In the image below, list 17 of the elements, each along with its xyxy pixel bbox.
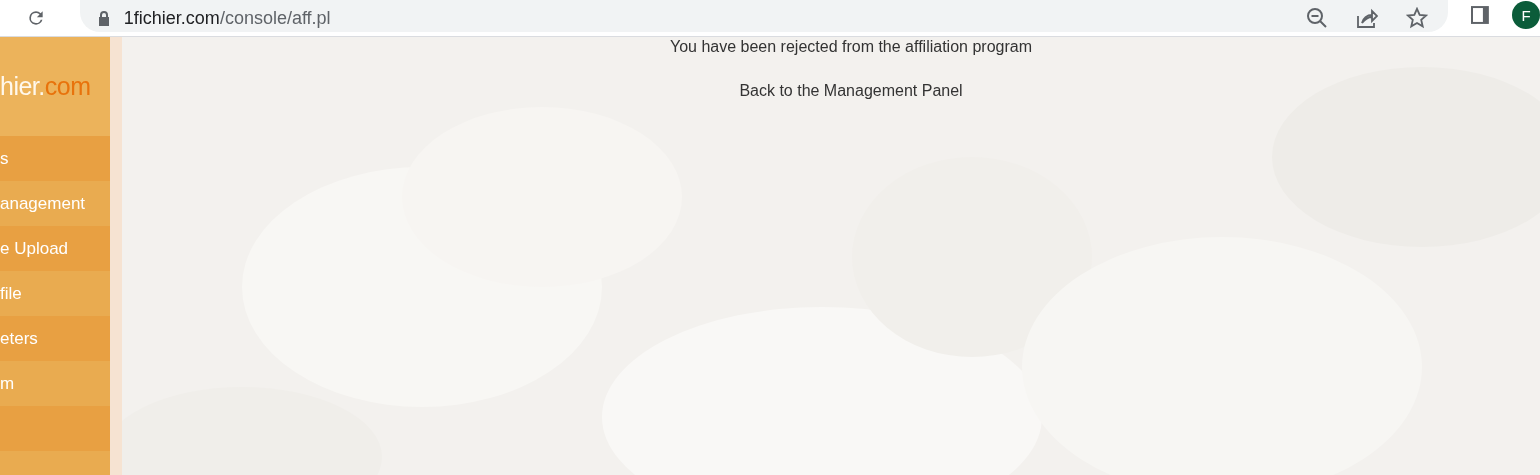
- sidebar-item[interactable]: eters: [0, 316, 110, 361]
- sidebar-item[interactable]: e Upload: [0, 226, 110, 271]
- profile-avatar[interactable]: F: [1512, 1, 1540, 29]
- url-text: 1fichier.com/console/aff.pl: [123, 7, 331, 29]
- zoom-out-icon[interactable]: [1306, 7, 1329, 29]
- side-panel-icon[interactable]: [1470, 5, 1491, 25]
- address-bar[interactable]: 1fichier.com/console/aff.pl: [79, 0, 1449, 32]
- sidebar-item[interactable]: anagement: [0, 181, 110, 226]
- lock-icon: [97, 10, 110, 26]
- sidebar-item[interactable]: m: [0, 361, 110, 406]
- star-icon[interactable]: [1406, 7, 1429, 29]
- management-panel-link[interactable]: Back to the Management Panel: [739, 82, 963, 100]
- sidebar-item[interactable]: file: [0, 271, 110, 316]
- rejection-message: You have been rejected from the affiliation program: [670, 38, 1032, 56]
- share-icon[interactable]: [1356, 7, 1379, 29]
- site-logo: hier.com: [0, 71, 92, 102]
- sidebar-item[interactable]: s: [0, 136, 110, 181]
